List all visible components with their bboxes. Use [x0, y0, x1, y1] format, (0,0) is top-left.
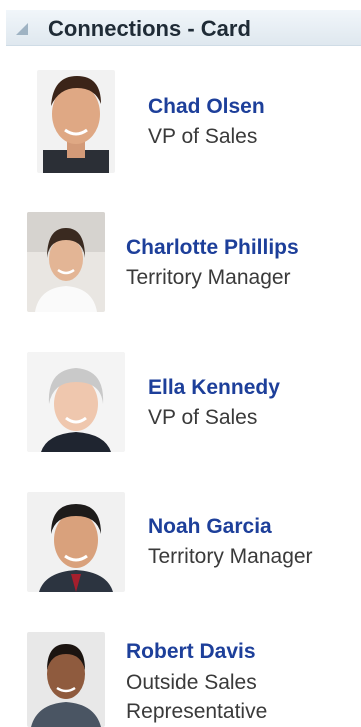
connection-title-line-2: Representative	[126, 700, 268, 723]
connection-name-link[interactable]: Chad Olsen	[148, 95, 265, 119]
avatar[interactable]	[27, 632, 105, 727]
connection-title: VP of Sales	[148, 125, 258, 148]
connection-title-line-1: Outside Sales	[126, 671, 257, 694]
avatar[interactable]	[27, 492, 125, 592]
avatar[interactable]	[37, 70, 115, 173]
connection-name-link[interactable]: Robert Davis	[126, 640, 256, 664]
panel-title: Connections - Card	[48, 16, 251, 41]
connection-name-link[interactable]: Ella Kennedy	[148, 376, 280, 400]
avatar[interactable]	[27, 352, 125, 452]
panel-header[interactable]: Connections - Card	[6, 10, 361, 46]
connection-title: Territory Manager	[126, 266, 291, 289]
connection-name-link[interactable]: Noah Garcia	[148, 515, 272, 539]
connection-name-link[interactable]: Charlotte Phillips	[126, 236, 299, 260]
avatar[interactable]	[27, 212, 105, 312]
connection-title: VP of Sales	[148, 406, 258, 429]
collapse-triangle-icon[interactable]	[15, 22, 29, 36]
connection-title: Territory Manager	[148, 545, 313, 568]
